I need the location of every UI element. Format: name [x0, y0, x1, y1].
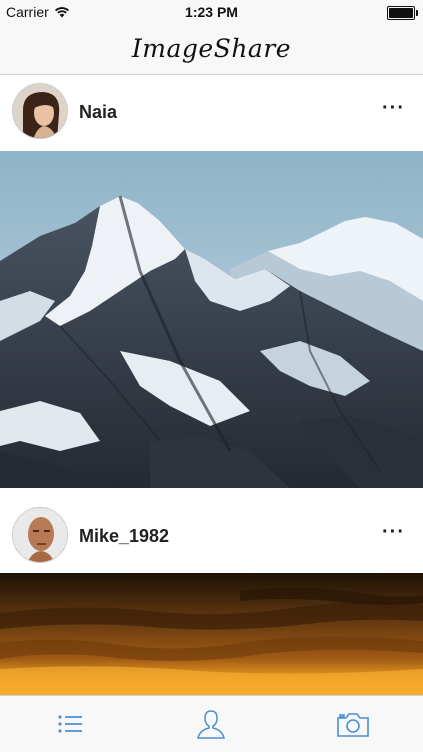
app-title: ImageShare — [131, 34, 292, 63]
avatar-photo-naia — [13, 84, 67, 138]
post-image[interactable] — [0, 573, 423, 695]
post-header: Naia ··· — [0, 75, 423, 151]
username[interactable]: Naia — [79, 102, 117, 123]
battery-level — [389, 8, 413, 18]
post-header: Mike_1982 ··· — [0, 489, 423, 565]
tab-profile[interactable] — [195, 708, 227, 740]
more-options-button[interactable]: ··· — [382, 521, 405, 544]
tab-camera[interactable] — [336, 708, 369, 740]
status-bar: Carrier 1:23 PM — [0, 0, 423, 24]
avatar[interactable] — [12, 507, 68, 563]
sunset-sky-photo — [0, 573, 423, 695]
tab-bar — [0, 695, 423, 752]
more-options-button[interactable]: ··· — [382, 97, 405, 120]
avatar[interactable] — [12, 83, 68, 139]
username[interactable]: Mike_1982 — [79, 526, 169, 547]
snowy-mountain-peaks-photo — [0, 151, 423, 488]
battery-icon — [387, 6, 418, 20]
list-icon — [58, 715, 82, 733]
post-image[interactable] — [0, 151, 423, 488]
tab-feed[interactable] — [54, 708, 86, 740]
profile-icon — [197, 710, 225, 739]
nav-bar: ImageShare — [0, 24, 423, 75]
camera-icon — [337, 713, 369, 737]
status-time: 1:23 PM — [185, 4, 238, 20]
avatar-photo-mike — [13, 508, 67, 562]
